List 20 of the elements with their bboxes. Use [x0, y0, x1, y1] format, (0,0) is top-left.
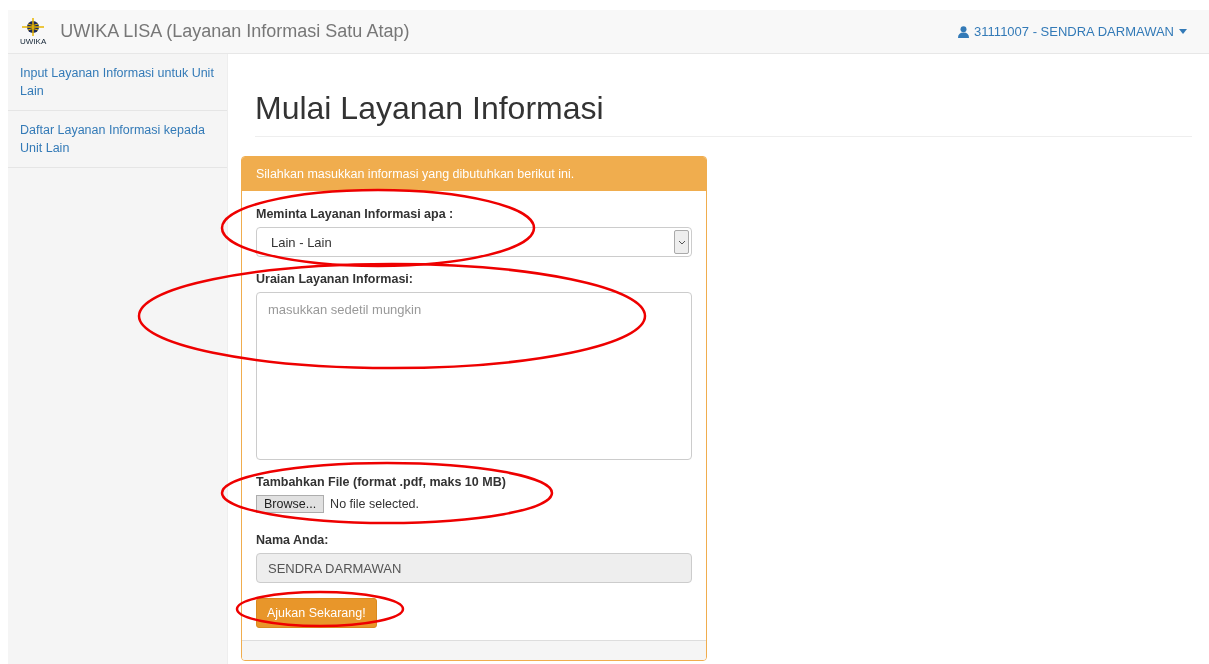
caret-icon	[1179, 29, 1187, 34]
sidebar-link[interactable]: Daftar Layanan Informasi kepada Unit Lain	[8, 111, 227, 168]
input-field: SENDRA DARMAWAN	[256, 553, 692, 583]
submit-button[interactable]: Ajukan Sekarang!	[256, 598, 377, 628]
file-status: No file selected.	[330, 497, 420, 511]
field-label: Nama Anda:	[256, 533, 330, 547]
text-area[interactable]: masukkan sedetil mungkin	[256, 292, 692, 460]
page-heading: Mulai Layanan Informasi	[255, 90, 1192, 137]
field-label: Tambahkan File (format .pdf, maks 10 MB)	[256, 475, 507, 489]
field-label: Uraian Layanan Informasi:	[256, 272, 414, 286]
field-label: Meminta Layanan Informasi apa :	[256, 207, 455, 221]
user-menu[interactable]: 31111007 - SENDRA DARMAWAN	[958, 24, 1187, 39]
globe-logo-icon	[20, 17, 47, 37]
sidebar-link[interactable]: Input Layanan Informasi untuk Unit Lain	[8, 54, 227, 111]
panel-header: Silahkan masukkan informasi yang dibutuhkan berikut ini.	[242, 157, 706, 191]
user-icon	[958, 25, 970, 38]
select-dropdown[interactable]: Lain - Lain	[256, 227, 692, 257]
browse-button[interactable]: Browse...	[256, 495, 325, 513]
logo-text: UWIKA	[20, 37, 47, 46]
app-title[interactable]: UWIKA LISA (Layanan Informasi Satu Atap)	[60, 21, 959, 42]
